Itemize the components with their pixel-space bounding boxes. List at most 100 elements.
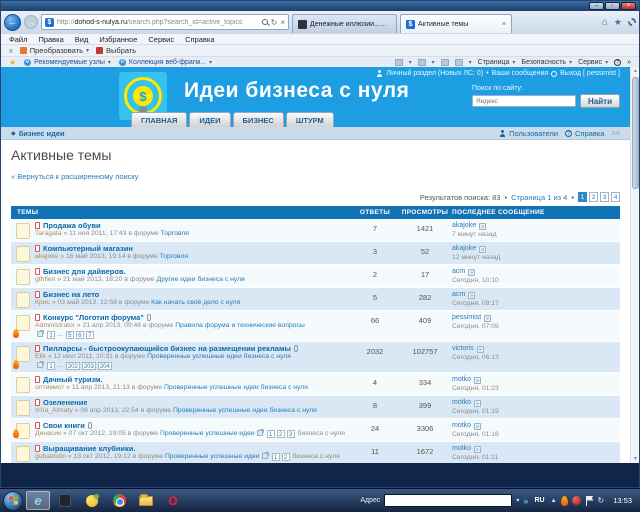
topic-page-1[interactable]: 1 xyxy=(47,362,55,370)
goto-last-post-icon[interactable]: » xyxy=(479,223,486,230)
topic-page-7[interactable]: 7 xyxy=(86,331,94,339)
topic-forum-link[interactable]: Другие идеи бизнеса с нуля xyxy=(157,276,245,283)
last-post-user-link[interactable]: motko xyxy=(452,422,471,429)
scroll-up-icon[interactable]: ▲ xyxy=(632,67,639,75)
topic-title-link[interactable]: Бизнес на лето xyxy=(43,290,99,299)
tab-close-icon[interactable]: × xyxy=(502,21,506,28)
forward-button[interactable]: → xyxy=(24,15,38,29)
table-row[interactable]: Озеленение Irina_Almaty » 06 апр 2013, 2… xyxy=(11,396,620,419)
topic-title-link[interactable]: Дачный туризм. xyxy=(43,375,103,384)
goto-last-post-icon[interactable]: » xyxy=(474,446,481,453)
taskbar-chrome[interactable] xyxy=(107,491,131,510)
goto-last-post-icon[interactable]: » xyxy=(468,292,475,299)
topic-author-link[interactable]: оптимист xyxy=(35,384,64,391)
topic-title-link[interactable]: Бизнес для дайверов. xyxy=(43,267,126,276)
favorites-star-icon[interactable]: ★ xyxy=(614,17,622,28)
topic-author-link[interactable]: Administrator xyxy=(35,322,75,329)
table-row[interactable]: Продажа обуви Taragata » 11 ноя 2011, 17… xyxy=(11,219,620,242)
favorites-item-1[interactable]: e Рекомендуемые узлы▾ xyxy=(24,59,111,66)
menu-item-0[interactable]: Файл xyxy=(9,35,27,44)
topic-author-link[interactable]: Irina_Almaty xyxy=(35,407,73,414)
goto-last-post-icon[interactable]: » xyxy=(477,346,484,353)
topic-page-2[interactable]: 2 xyxy=(282,453,290,461)
goto-last-post-icon[interactable]: » xyxy=(474,400,481,407)
site-nav-tab-3[interactable]: ШТУРМ xyxy=(286,112,334,127)
table-row[interactable]: Бизнес для дайверов. gfhfien » 21 май 20… xyxy=(11,265,620,288)
refresh-icon[interactable]: ↻ xyxy=(271,18,278,27)
last-post-user-link[interactable]: motko xyxy=(452,445,471,452)
table-row[interactable]: Дачный туризм. оптимист » 11 апр 2013, 2… xyxy=(11,373,620,396)
menu-item-2[interactable]: Вид xyxy=(75,35,89,44)
taskbar-icq[interactable] xyxy=(80,491,104,510)
window-titlebar[interactable]: – ▫ × xyxy=(1,1,639,11)
menu-item-1[interactable]: Правка xyxy=(38,35,63,44)
topic-author-link[interactable]: Крис xyxy=(35,299,50,306)
maximize-button[interactable]: ▫ xyxy=(605,2,620,10)
stop-icon[interactable]: × xyxy=(280,18,285,27)
taskbar-opera[interactable]: O xyxy=(161,491,185,510)
site-nav-tab-0[interactable]: ГЛАВНАЯ xyxy=(131,112,187,127)
topic-title-link[interactable]: Свои книги xyxy=(43,421,85,430)
scroll-down-icon[interactable]: ▼ xyxy=(632,455,639,463)
last-post-user-link[interactable]: akajoke xyxy=(452,222,476,229)
pagination-page-2[interactable]: 2 xyxy=(589,192,598,202)
last-post-user-link[interactable]: victoris xyxy=(452,345,474,352)
goto-last-post-icon[interactable]: » xyxy=(474,377,481,384)
page-menu[interactable]: Страница▾ xyxy=(478,59,516,66)
tray-sync-icon[interactable]: ↻ xyxy=(598,496,605,505)
topic-title-link[interactable]: Компьютерный магазин xyxy=(43,244,133,253)
favorites-bar-star-icon[interactable]: ★ xyxy=(9,58,16,67)
home-icon[interactable]: ⌂ xyxy=(602,17,608,28)
topic-forum-link[interactable]: Торговля xyxy=(161,230,189,237)
topic-author-link[interactable]: gubaidulin xyxy=(35,453,66,460)
taskbar-ie[interactable]: e xyxy=(26,491,50,510)
tools-menu[interactable]: Сервис▾ xyxy=(578,59,608,66)
topic-page-202[interactable]: 202 xyxy=(66,362,80,370)
favorites-item-2[interactable]: e Коллекция веб-фрагм...▾ xyxy=(119,59,212,66)
topic-title-link[interactable]: Продажа обуви xyxy=(43,221,101,230)
table-row[interactable]: Компьютерный магазин akajoke » 16 май 20… xyxy=(11,242,620,265)
overflow-chevron-icon[interactable]: » xyxy=(627,59,631,66)
menu-item-3[interactable]: Избранное xyxy=(99,35,137,44)
your-messages-link[interactable]: Ваши сообщения xyxy=(492,70,549,77)
taskbar-app[interactable] xyxy=(53,491,77,510)
menu-item-5[interactable]: Справка xyxy=(185,35,214,44)
topic-page-1[interactable]: 1 xyxy=(267,430,275,438)
tray-red-icon[interactable] xyxy=(572,496,581,505)
help-icon[interactable]: ? xyxy=(614,59,621,66)
help-link[interactable]: ?Справка xyxy=(565,129,604,138)
minimize-button[interactable]: – xyxy=(589,2,604,10)
search-icon[interactable] xyxy=(262,19,268,25)
topic-title-link[interactable]: Озеленение xyxy=(43,398,87,407)
pagination-page-4[interactable]: 4 xyxy=(611,192,620,202)
goto-last-post-icon[interactable]: » xyxy=(468,269,475,276)
topic-page-2[interactable]: 2 xyxy=(277,430,285,438)
menu-item-4[interactable]: Сервис xyxy=(148,35,174,44)
last-post-user-link[interactable]: acm xyxy=(452,268,465,275)
tray-expand-icon[interactable]: ▲ xyxy=(551,498,557,504)
go-arrows-icon[interactable]: » xyxy=(523,496,528,506)
topic-forum-link[interactable]: Как начать своё дело с нуля xyxy=(151,299,240,306)
table-row[interactable]: Выращивание клубники. gubaidulin » 13 ок… xyxy=(11,442,620,463)
topic-forum-link[interactable]: Проверенные успешные идеи xyxy=(165,453,260,460)
topic-page-204[interactable]: 204 xyxy=(98,362,112,370)
topic-forum-link[interactable]: Проверенные успешные идеи бизнеса с нуля xyxy=(164,384,308,391)
topic-author-link[interactable]: akajoke xyxy=(35,253,58,260)
address-toolbar-input[interactable] xyxy=(384,494,512,507)
back-button[interactable]: ← xyxy=(4,14,21,31)
select-menu[interactable]: Выбрать xyxy=(96,46,136,55)
last-post-user-link[interactable]: motko xyxy=(452,399,471,406)
topic-title-link[interactable]: Пилларсы - быстроокупающийся бизнес на р… xyxy=(43,344,291,353)
topic-forum-link[interactable]: Правила форума и технические вопросы xyxy=(175,322,305,329)
pagination-page-1[interactable]: 1 xyxy=(578,192,587,202)
site-search-button[interactable]: Найти xyxy=(580,94,620,108)
logout-link[interactable]: Выход [ pessimist ] xyxy=(560,70,620,77)
goto-last-post-icon[interactable]: » xyxy=(484,315,491,322)
personal-section-link[interactable]: Личный раздел (Новых ЛС: 0) xyxy=(386,70,483,77)
browser-tab-1[interactable]: Денежные иллюзии... | Бегст... xyxy=(292,14,397,33)
last-post-user-link[interactable]: motko xyxy=(452,376,471,383)
topic-forum-link[interactable]: Проверенные успешные идеи бизнеса с нуля xyxy=(147,353,291,360)
mail-icon[interactable] xyxy=(441,59,449,66)
topic-title-link[interactable]: Выращивание клубники. xyxy=(43,444,136,453)
scrollbar[interactable]: ▲ ▼ xyxy=(630,67,639,463)
